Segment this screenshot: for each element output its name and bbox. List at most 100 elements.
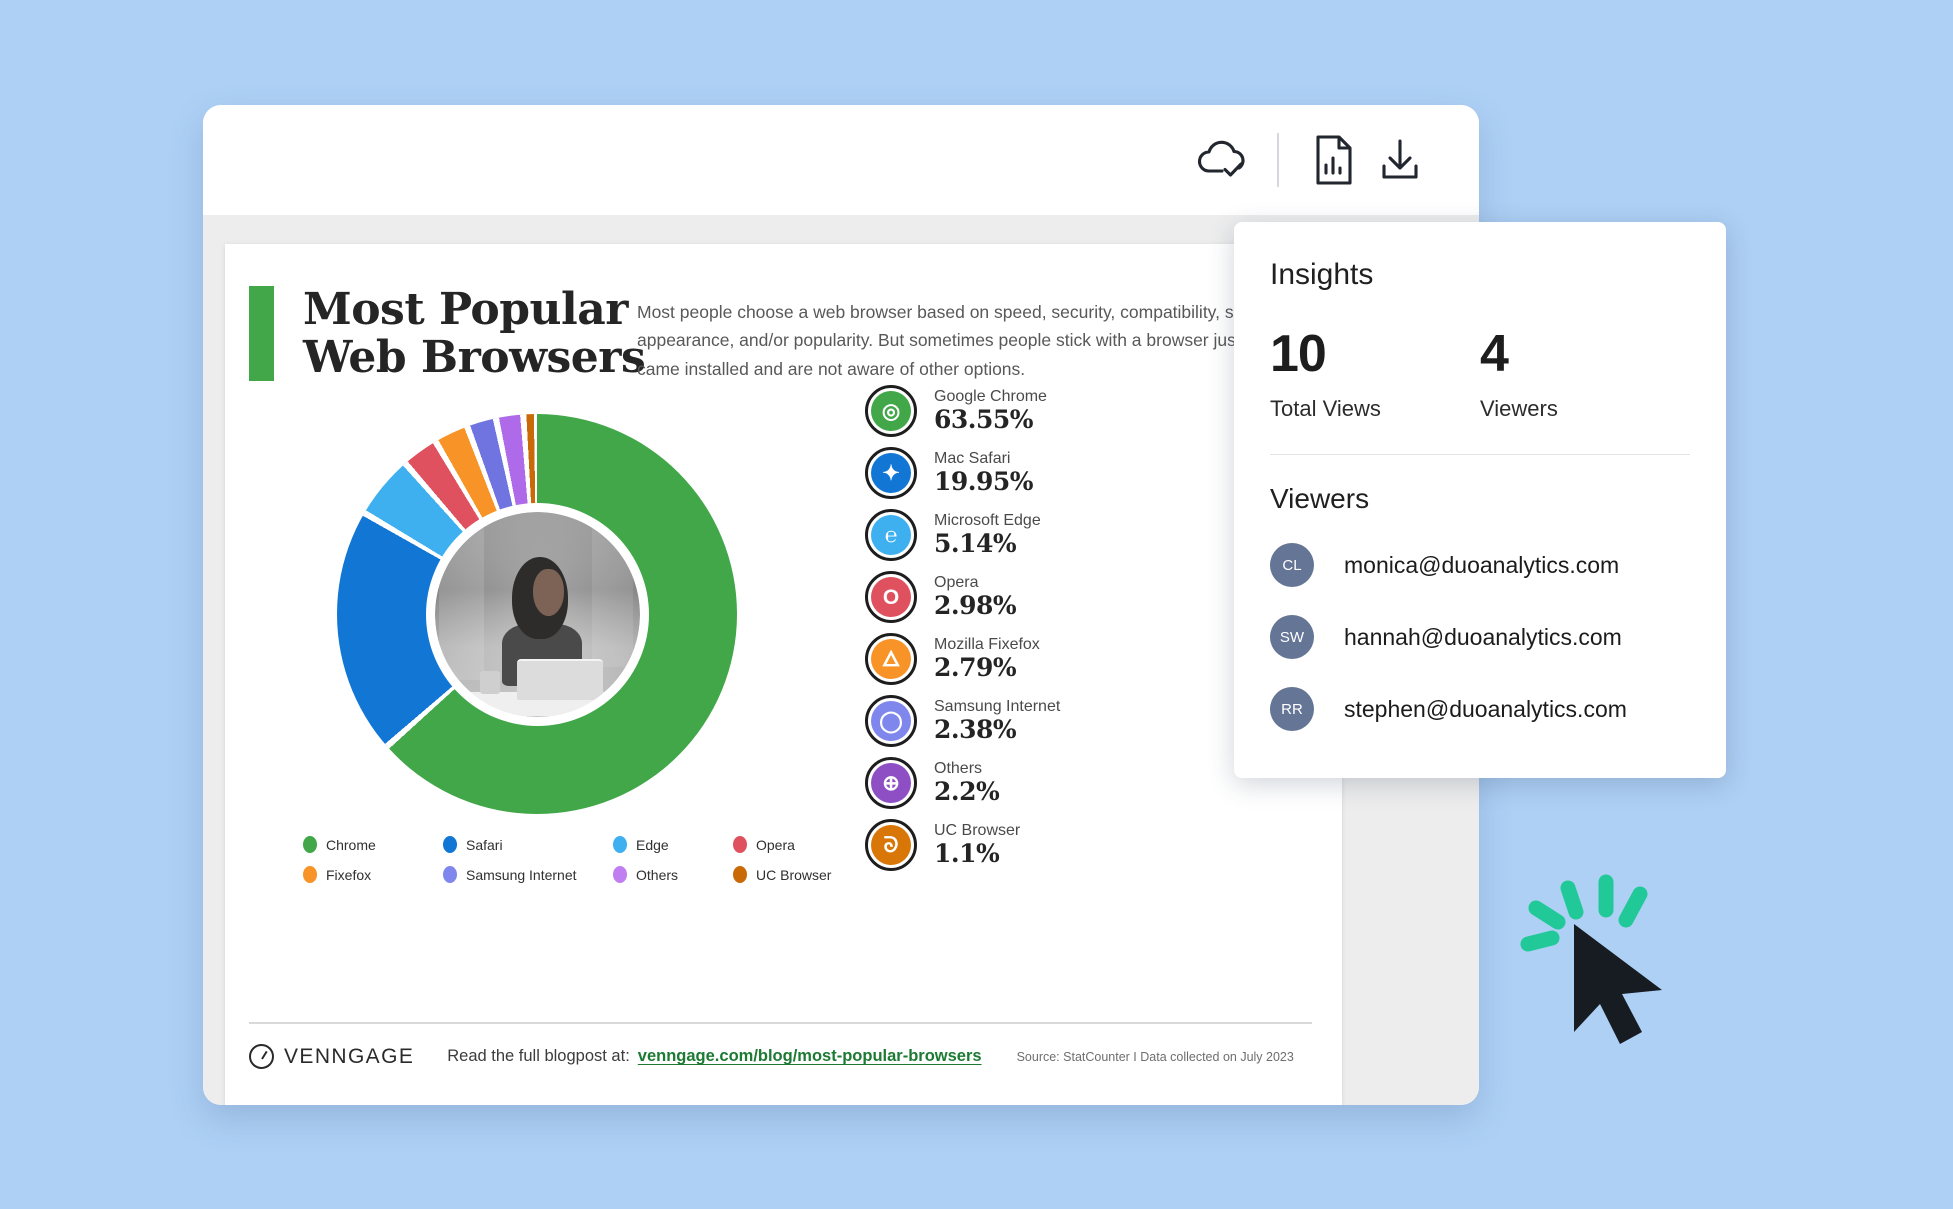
viewers-title: Viewers [1270,483,1370,514]
infographic-document: Most Popular Web Browsers Most people ch… [225,244,1342,1105]
insights-header: Insights 10 Total Views 4 Viewers [1234,222,1726,455]
avatar: SW [1270,615,1314,659]
top-toolbar [203,105,1479,215]
browser-name: Mozilla Fixefox [934,636,1040,654]
browser-icon-glyph: ✦ [871,453,911,493]
chart-legend-item: Safari [443,836,613,853]
browser-icon-glyph: ◎ [871,391,911,431]
browser-name: Opera [934,574,979,592]
download-icon[interactable] [1367,127,1433,193]
browser-name: Google Chrome [934,388,1047,406]
browser-icon-glyph: ᘐ [871,825,911,865]
venngage-logo-icon [249,1044,274,1069]
browser-icon-glyph: 🜂 [871,639,911,679]
title-accent-bar [249,286,274,381]
legend-label: UC Browser [756,866,832,883]
browser-name: Mac Safari [934,450,1011,468]
legend-label: Others [636,866,679,883]
browser-name: Others [934,760,983,778]
browser-percentage: 2.79% [934,652,1017,682]
brand-name: VENNGAGE [284,1044,415,1068]
avatar: CL [1270,543,1314,587]
legend-color-swatch [613,866,627,883]
legend-color-swatch [733,866,747,883]
blogpost-link[interactable]: venngage.com/blog/most-popular-browsers [638,1047,982,1066]
legend-color-swatch [303,866,317,883]
chart-legend-item: Others [613,866,733,883]
donut-center-photo [434,511,640,717]
viewer-row[interactable]: SW hannah@duoanalytics.com [1270,615,1690,659]
legend-color-swatch [443,836,457,853]
edge-icon: ℮ [865,509,917,561]
legend-label: Edge [636,836,669,853]
document-footer: VENNGAGE Read the full blogpost at: venn… [249,1044,1319,1069]
document-description: Most people choose a web browser based o… [637,302,1326,379]
mouse-pointer-icon [1574,924,1662,1044]
legend-color-swatch [613,836,627,853]
click-cursor [1516,872,1696,1052]
browser-percentage: 1.1% [934,838,1000,868]
others-globe-icon: ⊕ [865,757,917,809]
legend-label: Opera [756,836,795,853]
center-image [434,511,640,717]
browser-percentage: 63.55% [934,404,1034,434]
stat-value: 10 [1270,325,1327,383]
report-file-icon[interactable] [1301,127,1367,193]
document-title-block: Most Popular Web Browsers [249,284,646,383]
footer-read-label: Read the full blogpost at: [447,1047,630,1065]
cloud-saved-icon[interactable] [1189,127,1255,193]
toolbar-divider [1277,133,1279,187]
browser-percentage: 2.38% [934,714,1017,744]
viewers-list: CL monica@duoanalytics.com SW hannah@duoana… [1270,543,1690,731]
chart-legend: Chrome Safari Edge Opera Fixefox Samsung Inte… [303,836,863,883]
stat-label: Viewers [1480,396,1558,421]
viewer-email: stephen@duoanalytics.com [1344,695,1627,722]
footer-source: Source: StatCounter I Data collected on … [1016,1049,1294,1064]
legend-color-swatch [443,866,457,883]
firefox-icon: 🜂 [865,633,917,685]
legend-label: Safari [466,836,503,853]
safari-icon: ✦ [865,447,917,499]
browser-icon-glyph: ⊕ [871,763,911,803]
browser-stat-row: ᘐ UC Browser 1.1% [865,814,1335,876]
legend-label: Fixefox [326,866,372,883]
browser-name: Microsoft Edge [934,512,1041,530]
chart-legend-item: UC Browser [733,866,873,883]
browser-percentage: 2.98% [934,590,1017,620]
chart-legend-item: Edge [613,836,733,853]
uc-browser-icon: ᘐ [865,819,917,871]
insights-stat: 4 Viewers [1480,328,1690,422]
viewer-email: monica@duoanalytics.com [1344,551,1620,578]
chart-legend-item: Fixefox [303,866,443,883]
page-title: Most Popular Web Browsers [303,284,646,383]
chart-legend-item: Samsung Internet [443,866,613,883]
browser-percentage: 19.95% [934,466,1034,496]
browser-name: UC Browser [934,822,1021,840]
browser-icon-glyph: ◯ [871,701,911,741]
legend-color-swatch [733,836,747,853]
samsung-internet-icon: ◯ [865,695,917,747]
browser-percentage: 5.14% [934,528,1017,558]
footer-divider [249,1022,1312,1024]
insights-stat: 10 Total Views [1270,328,1480,422]
viewers-section: Viewers CL monica@duoanalytics.com SW hanna… [1234,455,1726,731]
chart-legend-item: Opera [733,836,873,853]
browser-name: Samsung Internet [934,698,1061,716]
donut-chart [337,414,737,814]
chart-legend-item: Chrome [303,836,443,853]
browser-icon-glyph: ℮ [871,515,911,555]
viewer-row[interactable]: CL monica@duoanalytics.com [1270,543,1690,587]
opera-icon: O [865,571,917,623]
insights-title: Insights [1270,258,1374,291]
viewer-row[interactable]: RR stephen@duoanalytics.com [1270,687,1690,731]
browser-icon-glyph: O [871,577,911,617]
viewer-email: hannah@duoanalytics.com [1344,623,1622,650]
legend-label: Chrome [326,836,376,853]
avatar: RR [1270,687,1314,731]
insights-panel: Insights 10 Total Views 4 Viewers Viewers C… [1234,222,1726,778]
browser-percentage: 2.2% [934,776,1000,806]
stat-label: Total Views [1270,396,1381,421]
stat-value: 4 [1480,325,1509,383]
chrome-icon: ◎ [865,385,917,437]
legend-color-swatch [303,836,317,853]
